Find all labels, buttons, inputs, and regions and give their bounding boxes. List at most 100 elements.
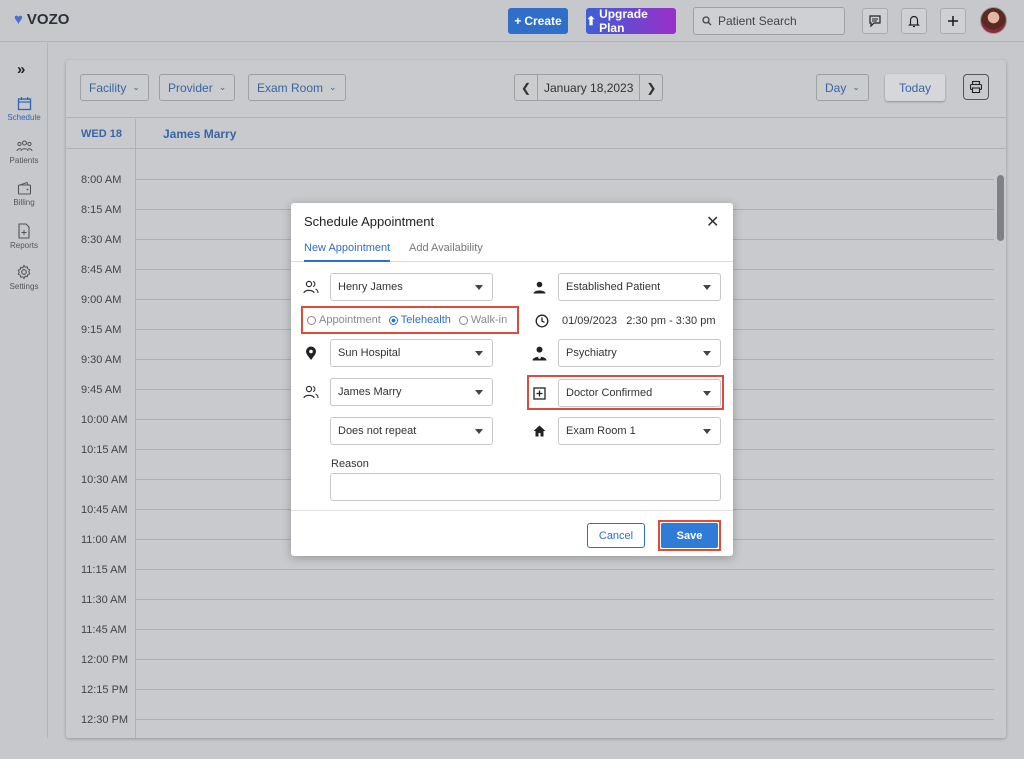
gear-icon (17, 264, 31, 280)
time-slot-row[interactable]: 11:30 AM (66, 594, 1006, 624)
sidebar-item-reports[interactable]: Reports (0, 223, 48, 250)
caret-down-icon (475, 351, 483, 356)
close-dialog-button[interactable]: ✕ (706, 212, 719, 232)
room-select[interactable]: Exam Room 1 (558, 417, 721, 445)
print-button[interactable] (963, 74, 989, 100)
time-slot-row[interactable]: 12:15 PM (66, 684, 1006, 714)
dialog-title: Schedule Appointment (304, 214, 435, 229)
tab-new-appointment[interactable]: New Appointment (304, 242, 391, 262)
repeat-select[interactable]: Does not repeat (330, 417, 493, 445)
user-avatar[interactable] (980, 7, 1007, 34)
time-label: 12:30 PM (81, 714, 129, 726)
specialty-select-value: Psychiatry (566, 347, 617, 359)
app-logo[interactable]: ♥ VOZO (14, 11, 69, 28)
sidebar-item-schedule[interactable]: Schedule (0, 96, 48, 122)
time-label: 11:15 AM (81, 564, 127, 576)
arrow-up-icon: ⬆ (586, 14, 597, 28)
radio-walkin-label: Walk-in (470, 314, 508, 326)
chevron-down-icon: ⌄ (329, 82, 337, 92)
add-box-icon (531, 385, 547, 401)
report-icon (18, 223, 30, 239)
provider-select-value: James Marry (338, 386, 402, 398)
expand-sidebar-icon[interactable]: » (17, 61, 25, 78)
schedule-appointment-dialog: Schedule Appointment ✕ New Appointment A… (291, 203, 733, 556)
sidebar-item-label: Billing (13, 198, 35, 207)
upgrade-plan-button[interactable]: ⬆ Upgrade Plan (586, 7, 676, 35)
create-button[interactable]: + Create (508, 8, 568, 34)
provider-select[interactable]: James Marry (330, 378, 493, 406)
time-slot-line (135, 569, 994, 570)
appointment-datetime[interactable]: 01/09/2023 2:30 pm - 3:30 pm (562, 315, 716, 327)
messages-button[interactable] (862, 8, 888, 34)
sidebar-item-patients[interactable]: Patients (0, 139, 48, 165)
tab-add-availability[interactable]: Add Availability (409, 242, 483, 262)
calendar-icon (17, 97, 31, 111)
view-selector-label: Day (825, 80, 847, 95)
exam-room-filter[interactable]: Exam Room ⌄ (248, 74, 346, 101)
cancel-button[interactable]: Cancel (587, 523, 645, 548)
time-slot-line (135, 599, 994, 600)
provider-icon (303, 384, 319, 400)
notifications-button[interactable] (901, 8, 927, 34)
reason-input[interactable] (330, 473, 721, 501)
time-label: 9:15 AM (81, 324, 122, 336)
sidebar-item-billing[interactable]: Billing (0, 181, 48, 207)
room-select-value: Exam Room 1 (566, 425, 636, 437)
wallet-icon (17, 181, 31, 195)
filter-bar: Facility ⌄ Provider ⌄ Exam Room ⌄ ❮ Janu… (66, 60, 1006, 118)
time-slot-row[interactable]: 12:00 PM (66, 654, 1006, 684)
calendar-column-header: WED 18 James Marry (66, 119, 1006, 149)
time-slot-row[interactable]: 11:45 AM (66, 624, 1006, 654)
specialty-select[interactable]: Psychiatry (558, 339, 721, 367)
status-select[interactable]: Doctor Confirmed (558, 379, 721, 407)
repeat-select-value: Does not repeat (338, 425, 417, 437)
patient-type-select[interactable]: Established Patient (558, 273, 721, 301)
facility-select[interactable]: Sun Hospital (330, 339, 493, 367)
caret-down-icon (475, 285, 483, 290)
time-label: 10:15 AM (81, 444, 128, 456)
patient-search-input[interactable]: Patient Search (693, 7, 845, 35)
clock-icon (534, 313, 550, 329)
time-label: 12:00 PM (81, 654, 129, 666)
create-button-label: Create (524, 14, 562, 28)
time-label: 8:00 AM (81, 174, 122, 186)
chevron-down-icon: ⌄ (132, 82, 140, 92)
patient-type-select-value: Established Patient (566, 281, 661, 293)
facility-filter[interactable]: Facility ⌄ (80, 74, 149, 101)
previous-date-button[interactable]: ❮ (515, 75, 537, 100)
provider-filter-label: Provider (168, 80, 213, 95)
time-label: 10:00 AM (81, 414, 128, 426)
radio-telehealth[interactable]: Telehealth (388, 314, 451, 326)
save-button[interactable]: Save (661, 523, 718, 548)
time-slot-row[interactable]: 8:00 AM (66, 174, 1006, 204)
next-date-button[interactable]: ❯ (640, 75, 662, 100)
sidebar-item-label: Schedule (7, 113, 41, 122)
radio-walkin[interactable]: Walk-in (458, 314, 508, 326)
search-icon (702, 16, 712, 26)
add-button[interactable] (940, 8, 966, 34)
radio-appointment[interactable]: Appointment (307, 314, 381, 326)
doctor-icon (531, 345, 547, 361)
patient-select[interactable]: Henry James (330, 273, 493, 301)
time-slot-row[interactable]: 12:30 PM (66, 714, 1006, 738)
chevron-left-icon: ❮ (520, 80, 532, 95)
appointment-date: 01/09/2023 (562, 315, 618, 327)
calendar-scrollbar[interactable] (997, 175, 1004, 241)
left-sidebar: » Schedule Patients Billing Reports Sett… (0, 43, 48, 738)
time-slot-line (135, 659, 994, 660)
time-slot-row[interactable]: 11:15 AM (66, 564, 1006, 594)
today-button[interactable]: Today (885, 74, 945, 101)
view-selector[interactable]: Day ⌄ (816, 74, 869, 101)
sidebar-item-settings[interactable]: Settings (0, 264, 48, 291)
radio-circle-icon (458, 315, 468, 325)
time-slot-line (135, 629, 994, 630)
person-icon (531, 279, 547, 295)
patient-icon (303, 279, 319, 295)
caret-down-icon (703, 351, 711, 356)
provider-filter[interactable]: Provider ⌄ (159, 74, 236, 101)
time-label: 8:15 AM (81, 204, 122, 216)
dialog-footer-divider (291, 510, 733, 511)
location-pin-icon (303, 345, 319, 361)
time-slot-line (135, 719, 994, 720)
dialog-tabs: New Appointment Add Availability (291, 241, 733, 262)
